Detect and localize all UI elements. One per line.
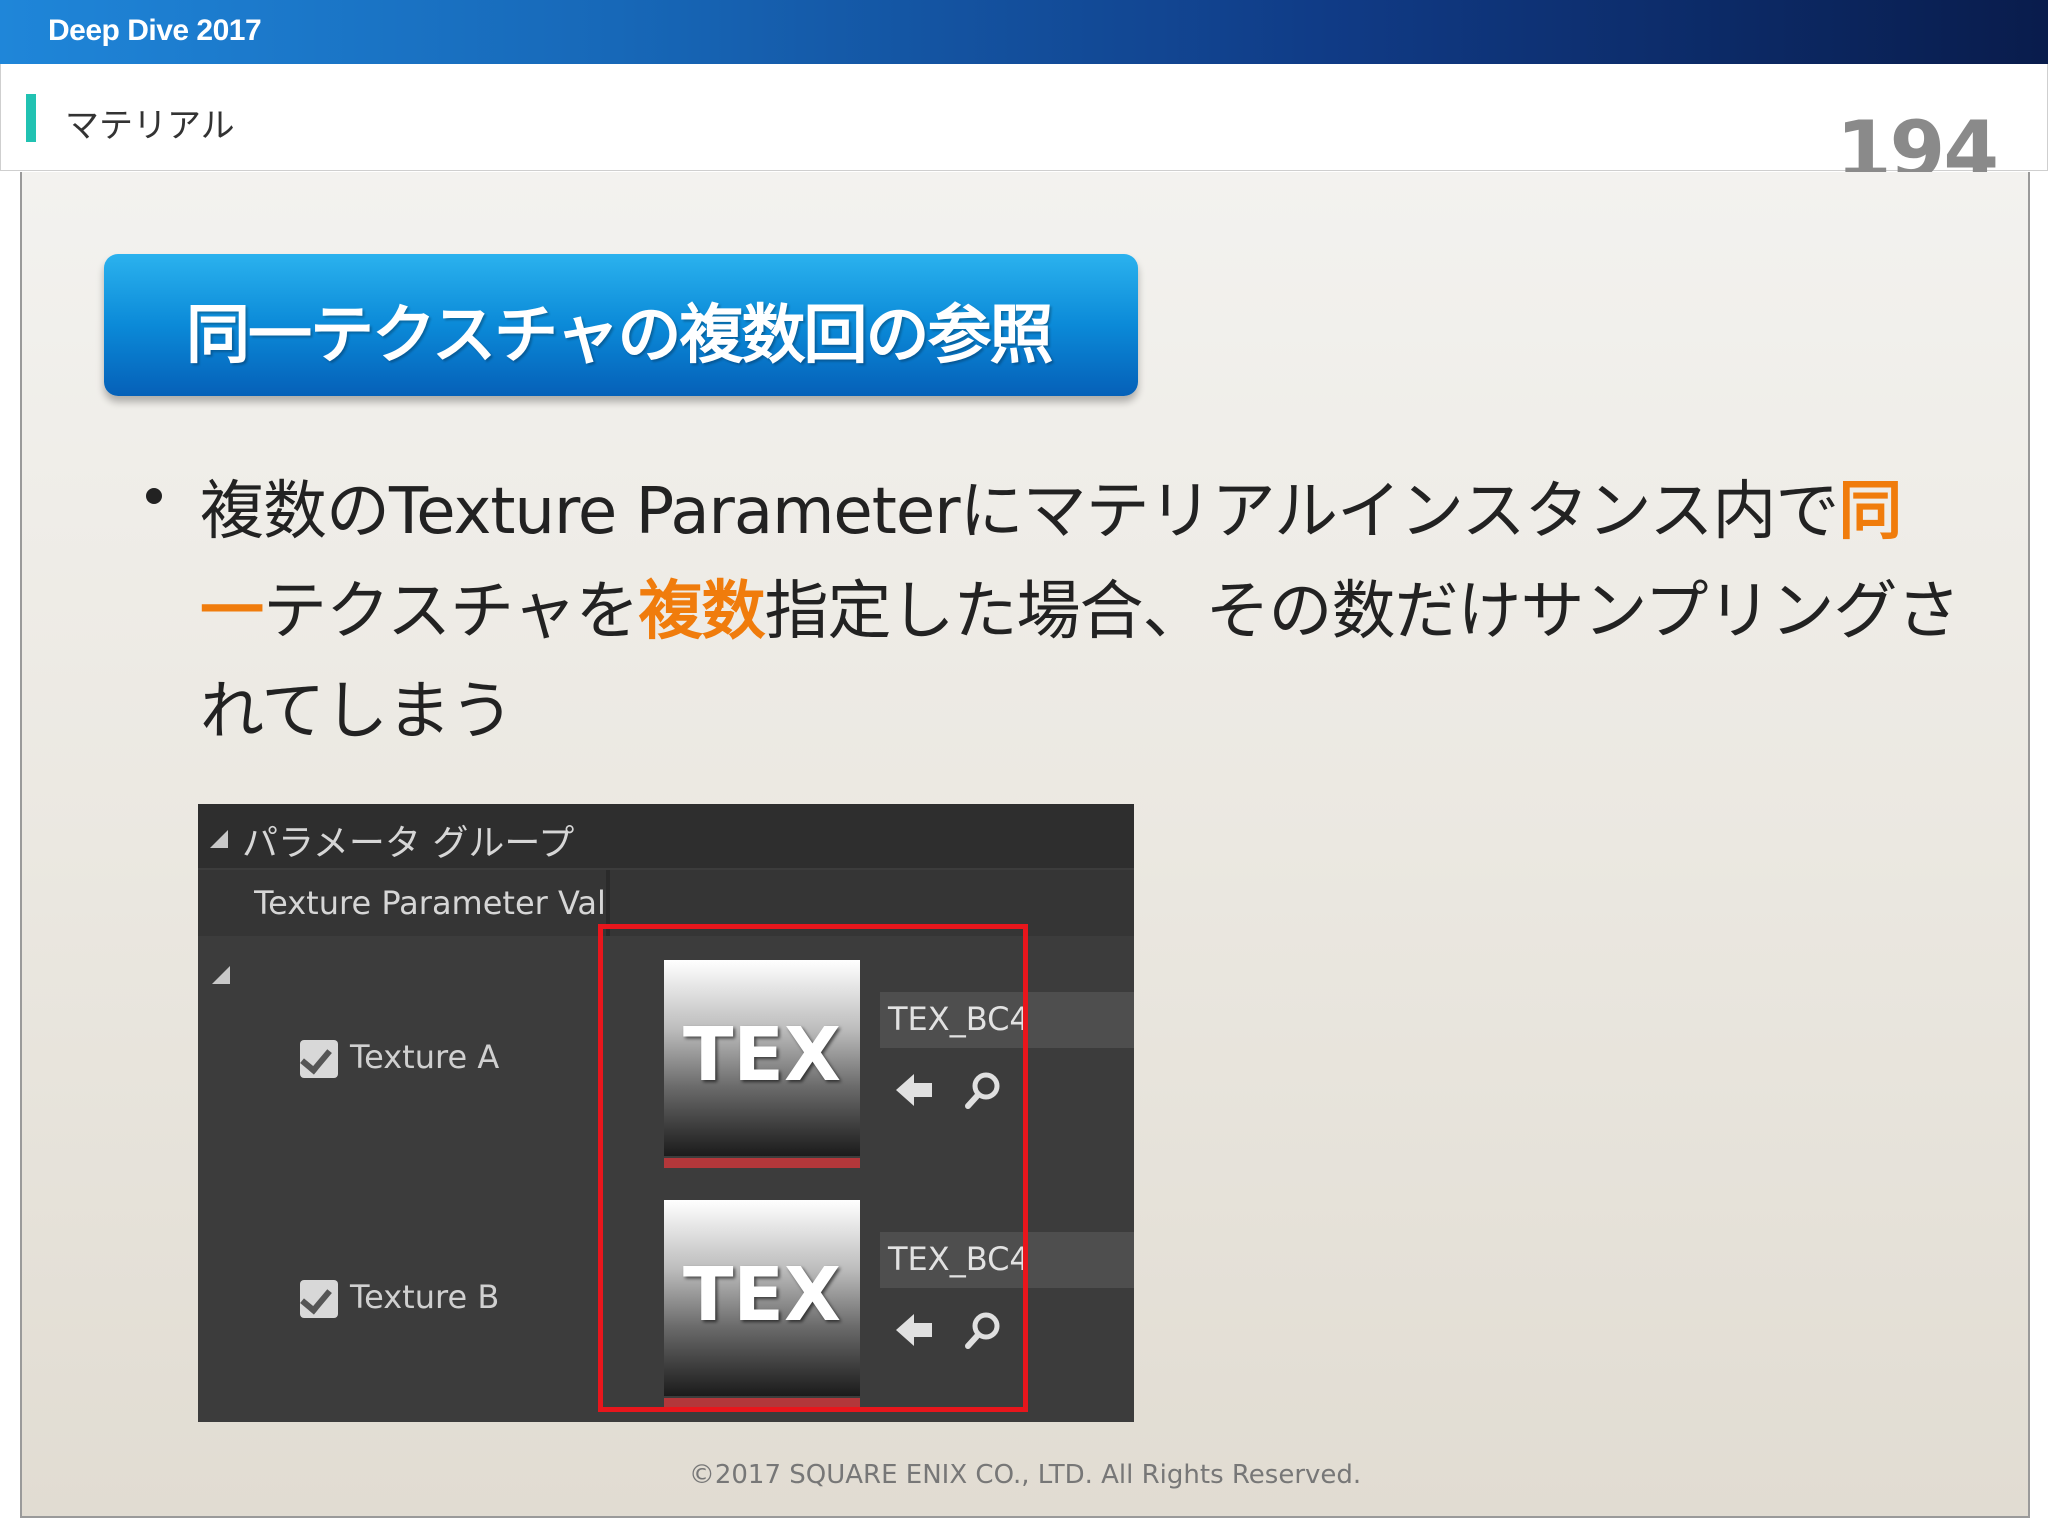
texture-parameter-section-title: Texture Parameter Valu <box>254 884 604 922</box>
collapse-triangle-icon[interactable] <box>212 966 230 984</box>
highlight-frame <box>598 924 1028 1412</box>
section-accent-bar <box>26 94 36 142</box>
parameter-group-title: パラメータ グループ <box>242 823 575 864</box>
copyright-footer: ©2017 SQUARE ENIX CO., LTD. All Rights R… <box>688 1460 1362 1490</box>
slide-body: 同一テクスチャの複数回の参照 複数のTexture Parameterにマテリア… <box>20 172 2030 1518</box>
slide-header: マテリアル 194 <box>0 64 2048 197</box>
top-banner: Deep Dive 2017 <box>0 0 2048 64</box>
section-label: マテリアル <box>65 106 235 146</box>
bullet-part-1: 複数のTexture Parameterにマテリアルインスタンス内で <box>200 475 1839 549</box>
slide-heading: 同一テクスチャの複数回の参照 <box>186 299 1053 373</box>
texture-a-checkbox-icon[interactable] <box>300 1040 338 1078</box>
highlight-multiple: 複数 <box>638 575 765 649</box>
bullet-text: 複数のTexture Parameterにマテリアルインスタンス内で同一テクスチ… <box>200 462 1961 762</box>
parameter-group-header[interactable]: パラメータ グループ <box>198 804 1134 868</box>
event-title: Deep Dive 2017 <box>48 14 262 47</box>
bullet-dot <box>146 488 162 504</box>
texture-a-label: Texture A <box>350 1038 500 1076</box>
bullet-part-2: テクスチャを <box>263 575 639 649</box>
checkmark-icon <box>300 1281 332 1315</box>
texture-b-label: Texture B <box>350 1278 500 1316</box>
slide-heading-box: 同一テクスチャの複数回の参照 <box>104 254 1138 396</box>
collapse-triangle-icon[interactable] <box>210 830 228 848</box>
texture-b-checkbox-icon[interactable] <box>300 1280 338 1318</box>
material-parameter-panel: パラメータ グループ Texture Parameter Valu Textur… <box>198 804 1134 1422</box>
checkmark-icon <box>300 1041 332 1075</box>
